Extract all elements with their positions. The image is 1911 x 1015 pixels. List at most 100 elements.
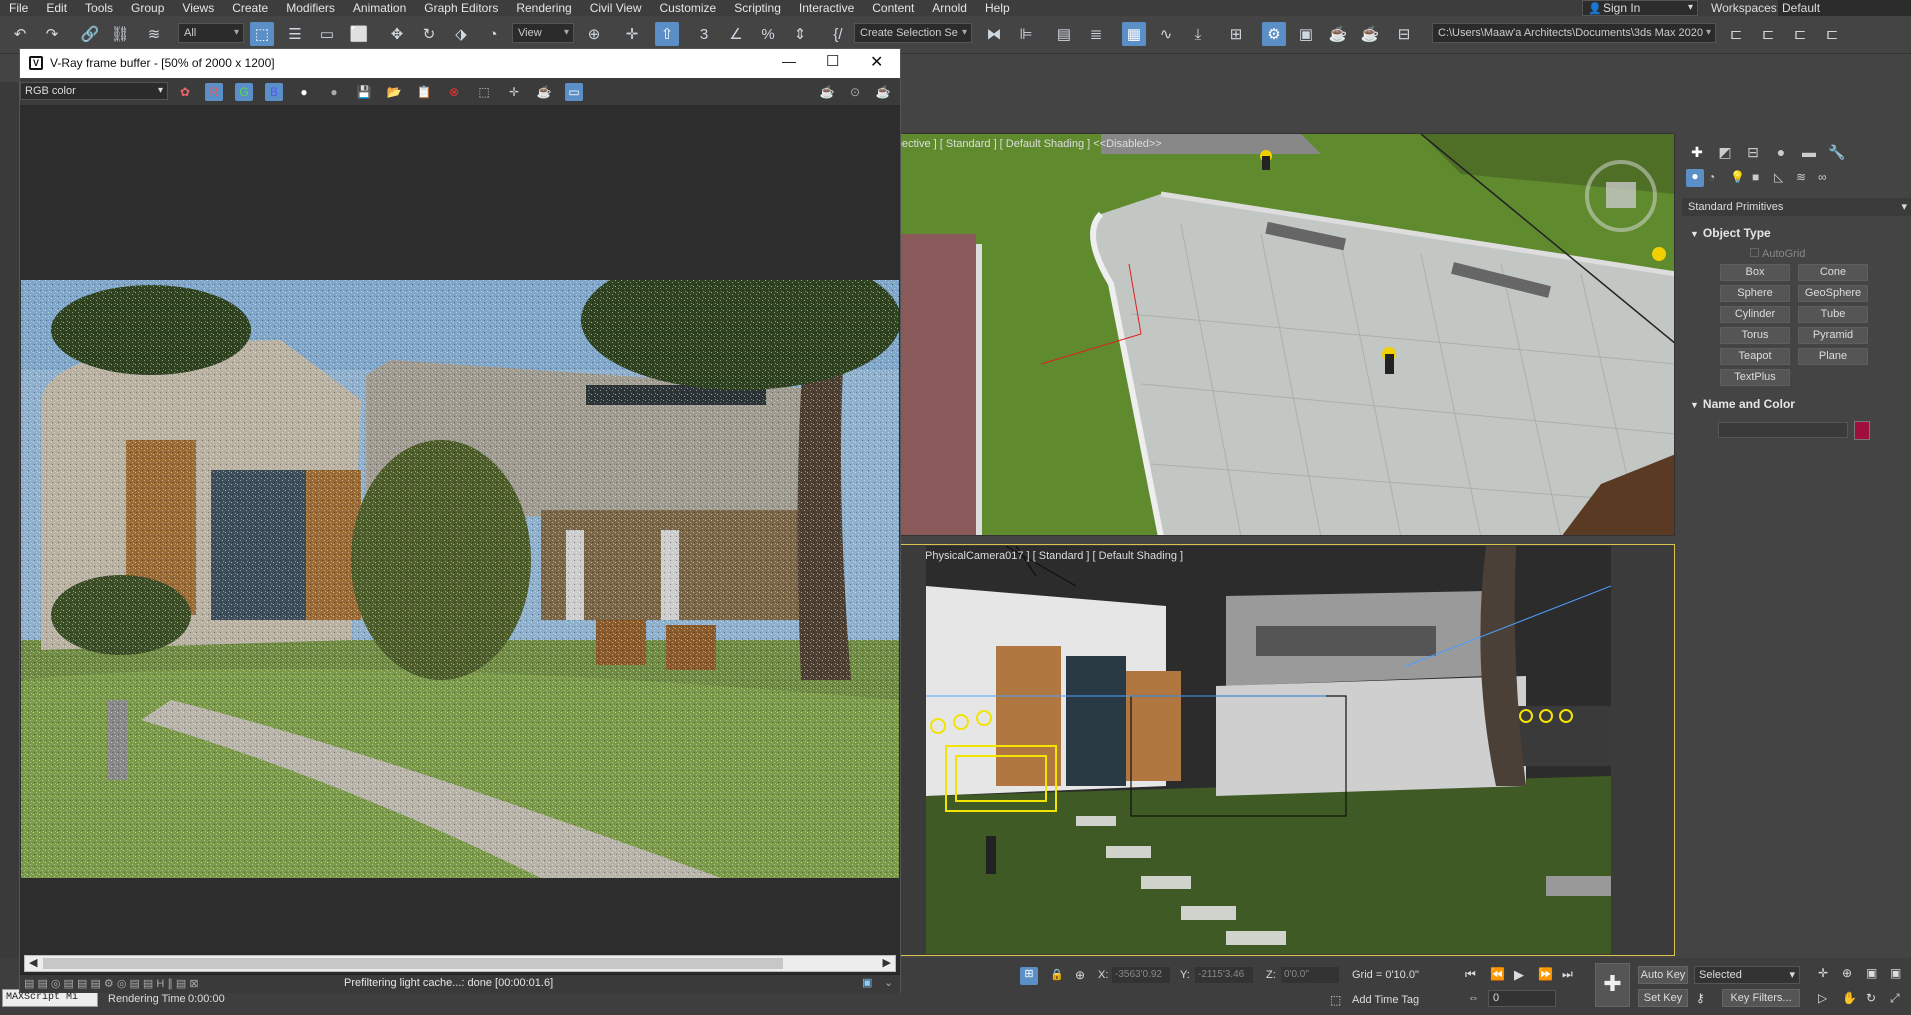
render-iterative-icon[interactable]: ☕ [1358, 22, 1382, 46]
align-icon[interactable]: ⊫ [1014, 22, 1038, 46]
zoom-extents-all-icon[interactable]: ▣ [1890, 966, 1901, 980]
region-render-icon[interactable]: ⬚ [475, 83, 493, 101]
pan-icon[interactable]: ✋ [1842, 991, 1857, 1005]
vfb-canvas[interactable] [20, 106, 900, 956]
current-frame-field[interactable]: 0 [1488, 990, 1556, 1007]
project-folder-icon[interactable]: ⊏ [1724, 22, 1748, 46]
space-warps-icon[interactable]: ≋ [1796, 170, 1806, 184]
project-open-icon[interactable]: ⊏ [1788, 22, 1812, 46]
utilities-tab-icon[interactable]: 🔧 [1826, 141, 1848, 163]
open-folder-icon[interactable]: 📂 [385, 83, 403, 101]
key-icon[interactable]: ⚷ [1696, 991, 1705, 1005]
horizontal-scrollbar[interactable]: ◀ ▶ [24, 955, 896, 972]
schematic-view-icon[interactable]: ⤓ [1186, 22, 1210, 46]
scroll-left-icon[interactable]: ◀ [29, 956, 37, 969]
cone-button[interactable]: Cone [1798, 264, 1868, 281]
minimize-icon[interactable]: — [782, 53, 796, 69]
menu-graph-editors[interactable]: Graph Editors [415, 0, 507, 16]
pivot-center-icon[interactable]: ⊕ [582, 22, 606, 46]
tube-button[interactable]: Tube [1798, 306, 1868, 323]
previous-frame-icon[interactable]: ⏪ [1490, 967, 1505, 981]
menu-group[interactable]: Group [122, 0, 173, 16]
perspective-viewport[interactable]: [ Perspective ] [ Standard ] [ Default S… [900, 133, 1675, 536]
set-key-big-button[interactable]: ✚ [1595, 963, 1630, 1007]
redo-icon[interactable]: ↷ [40, 22, 64, 46]
menu-create[interactable]: Create [223, 0, 277, 16]
key-mode-icon[interactable]: ⇔ [1468, 992, 1479, 1004]
time-tag-icon[interactable]: ⬚ [1330, 993, 1341, 1007]
key-filters-button[interactable]: Key Filters... [1722, 989, 1800, 1007]
zoom-icon[interactable]: ✛ [1818, 966, 1828, 980]
mirror-icon[interactable]: ⧓ [982, 22, 1006, 46]
rotate-icon[interactable]: ↻ [417, 22, 441, 46]
project-create-icon[interactable]: ⊏ [1756, 22, 1780, 46]
angle-snap-icon[interactable]: ∠ [724, 22, 748, 46]
go-to-end-icon[interactable]: ⏭ [1562, 967, 1573, 982]
maximize-icon[interactable]: ☐ [826, 52, 839, 70]
field-of-view-icon[interactable]: ▷ [1818, 991, 1827, 1005]
bottom-viewport-label[interactable]: [ VRayPhysicalCamera017 ] [ Standard ] [… [926, 550, 1183, 562]
link-icon[interactable]: 🔗 [78, 22, 102, 46]
green-channel-icon[interactable]: G [235, 83, 253, 101]
geometry-icon[interactable]: ● [1686, 169, 1704, 187]
pyramid-button[interactable]: Pyramid [1798, 327, 1868, 344]
stop-render-icon[interactable]: ⊗ [445, 83, 463, 101]
top-viewport-label[interactable]: [ Perspective ] [ Standard ] [ Default S… [901, 138, 1162, 150]
render-last-icon[interactable]: ▭ [565, 83, 583, 101]
teapot-button[interactable]: Teapot [1720, 348, 1790, 365]
link-to-render-icon[interactable]: ☕ [535, 83, 553, 101]
motion-tab-icon[interactable]: ● [1770, 141, 1792, 163]
lights-icon[interactable]: 💡 [1730, 170, 1745, 184]
torus-button[interactable]: Torus [1720, 327, 1790, 344]
edit-named-selection-icon[interactable]: {/ [826, 22, 850, 46]
object-type-rollout[interactable]: ▼ Object Type [1690, 226, 1905, 243]
zoom-all-icon[interactable]: ⊕ [1842, 966, 1852, 980]
named-selection-dropdown[interactable]: Create Selection Se [854, 23, 972, 43]
curve-editor-icon[interactable]: ∿ [1154, 22, 1178, 46]
menu-arnold[interactable]: Arnold [923, 0, 976, 16]
menu-edit[interactable]: Edit [37, 0, 76, 16]
next-frame-icon[interactable]: ⏩ [1538, 967, 1553, 981]
place-icon[interactable]: ◔ [481, 22, 505, 46]
scene-explorer-icon[interactable]: ▤ [1052, 22, 1076, 46]
select-manipulate-icon[interactable]: ✛ [620, 22, 644, 46]
move-icon[interactable]: ✥ [385, 22, 409, 46]
toggle-ribbon-icon[interactable]: ▦ [1122, 22, 1146, 46]
camera-viewport[interactable]: [ VRayPhysicalCamera017 ] [ Standard ] [… [926, 546, 1611, 954]
window-crossing-icon[interactable]: ⬜ [347, 22, 371, 46]
alpha-white-icon[interactable]: ● [295, 83, 313, 101]
color-corrections-icon[interactable]: ✿ [176, 83, 194, 101]
cylinder-button[interactable]: Cylinder [1720, 306, 1790, 323]
menu-views[interactable]: Views [173, 0, 223, 16]
helpers-icon[interactable]: ◺ [1774, 170, 1783, 184]
select-by-name-icon[interactable]: ☰ [283, 22, 307, 46]
menu-content[interactable]: Content [863, 0, 923, 16]
workspace-dropdown[interactable]: Default [1778, 0, 1911, 16]
project-path-dropdown[interactable]: C:\Users\Maaw'a Architects\Documents\3ds… [1432, 23, 1716, 43]
plane-button[interactable]: Plane [1798, 348, 1868, 365]
category-dropdown[interactable]: Standard Primitives ▾ [1682, 198, 1911, 216]
z-coordinate-field[interactable]: 0'0.0" [1281, 967, 1339, 983]
menu-rendering[interactable]: Rendering [507, 0, 580, 16]
modify-tab-icon[interactable]: ◩ [1714, 141, 1736, 163]
percent-snap-icon[interactable]: % [756, 22, 780, 46]
sphere-button[interactable]: Sphere [1720, 285, 1790, 302]
clear-image-icon[interactable]: 📋 [415, 83, 433, 101]
select-object-icon[interactable]: ⬚ [250, 22, 274, 46]
scale-icon[interactable]: ⬗ [449, 22, 473, 46]
project-settings-icon[interactable]: ⊏ [1820, 22, 1844, 46]
scrollbar-thumb[interactable] [43, 958, 783, 969]
maximize-viewport-icon[interactable]: ⤢ [1890, 991, 1900, 1006]
bind-space-warp-icon[interactable]: ≋ [142, 22, 166, 46]
selected-dropdown[interactable]: Selected ▾ [1694, 966, 1800, 984]
transform-type-in-icon[interactable]: ⊕ [1075, 968, 1085, 982]
close-icon[interactable]: ✕ [870, 52, 883, 72]
render-in-cloud-icon[interactable]: ⊟ [1392, 22, 1416, 46]
rendered-frame-window-icon[interactable]: ▣ [1294, 22, 1318, 46]
undo-icon[interactable]: ↶ [8, 22, 32, 46]
spinner-snap-icon[interactable]: ⇕ [788, 22, 812, 46]
object-name-field[interactable] [1718, 422, 1848, 438]
vfb-title-bar[interactable]: V V-Ray frame buffer - [50% of 2000 x 12… [20, 49, 900, 78]
status-panel-icon[interactable]: ▣ [862, 976, 872, 989]
shapes-icon[interactable]: ◔ [1708, 170, 1715, 184]
